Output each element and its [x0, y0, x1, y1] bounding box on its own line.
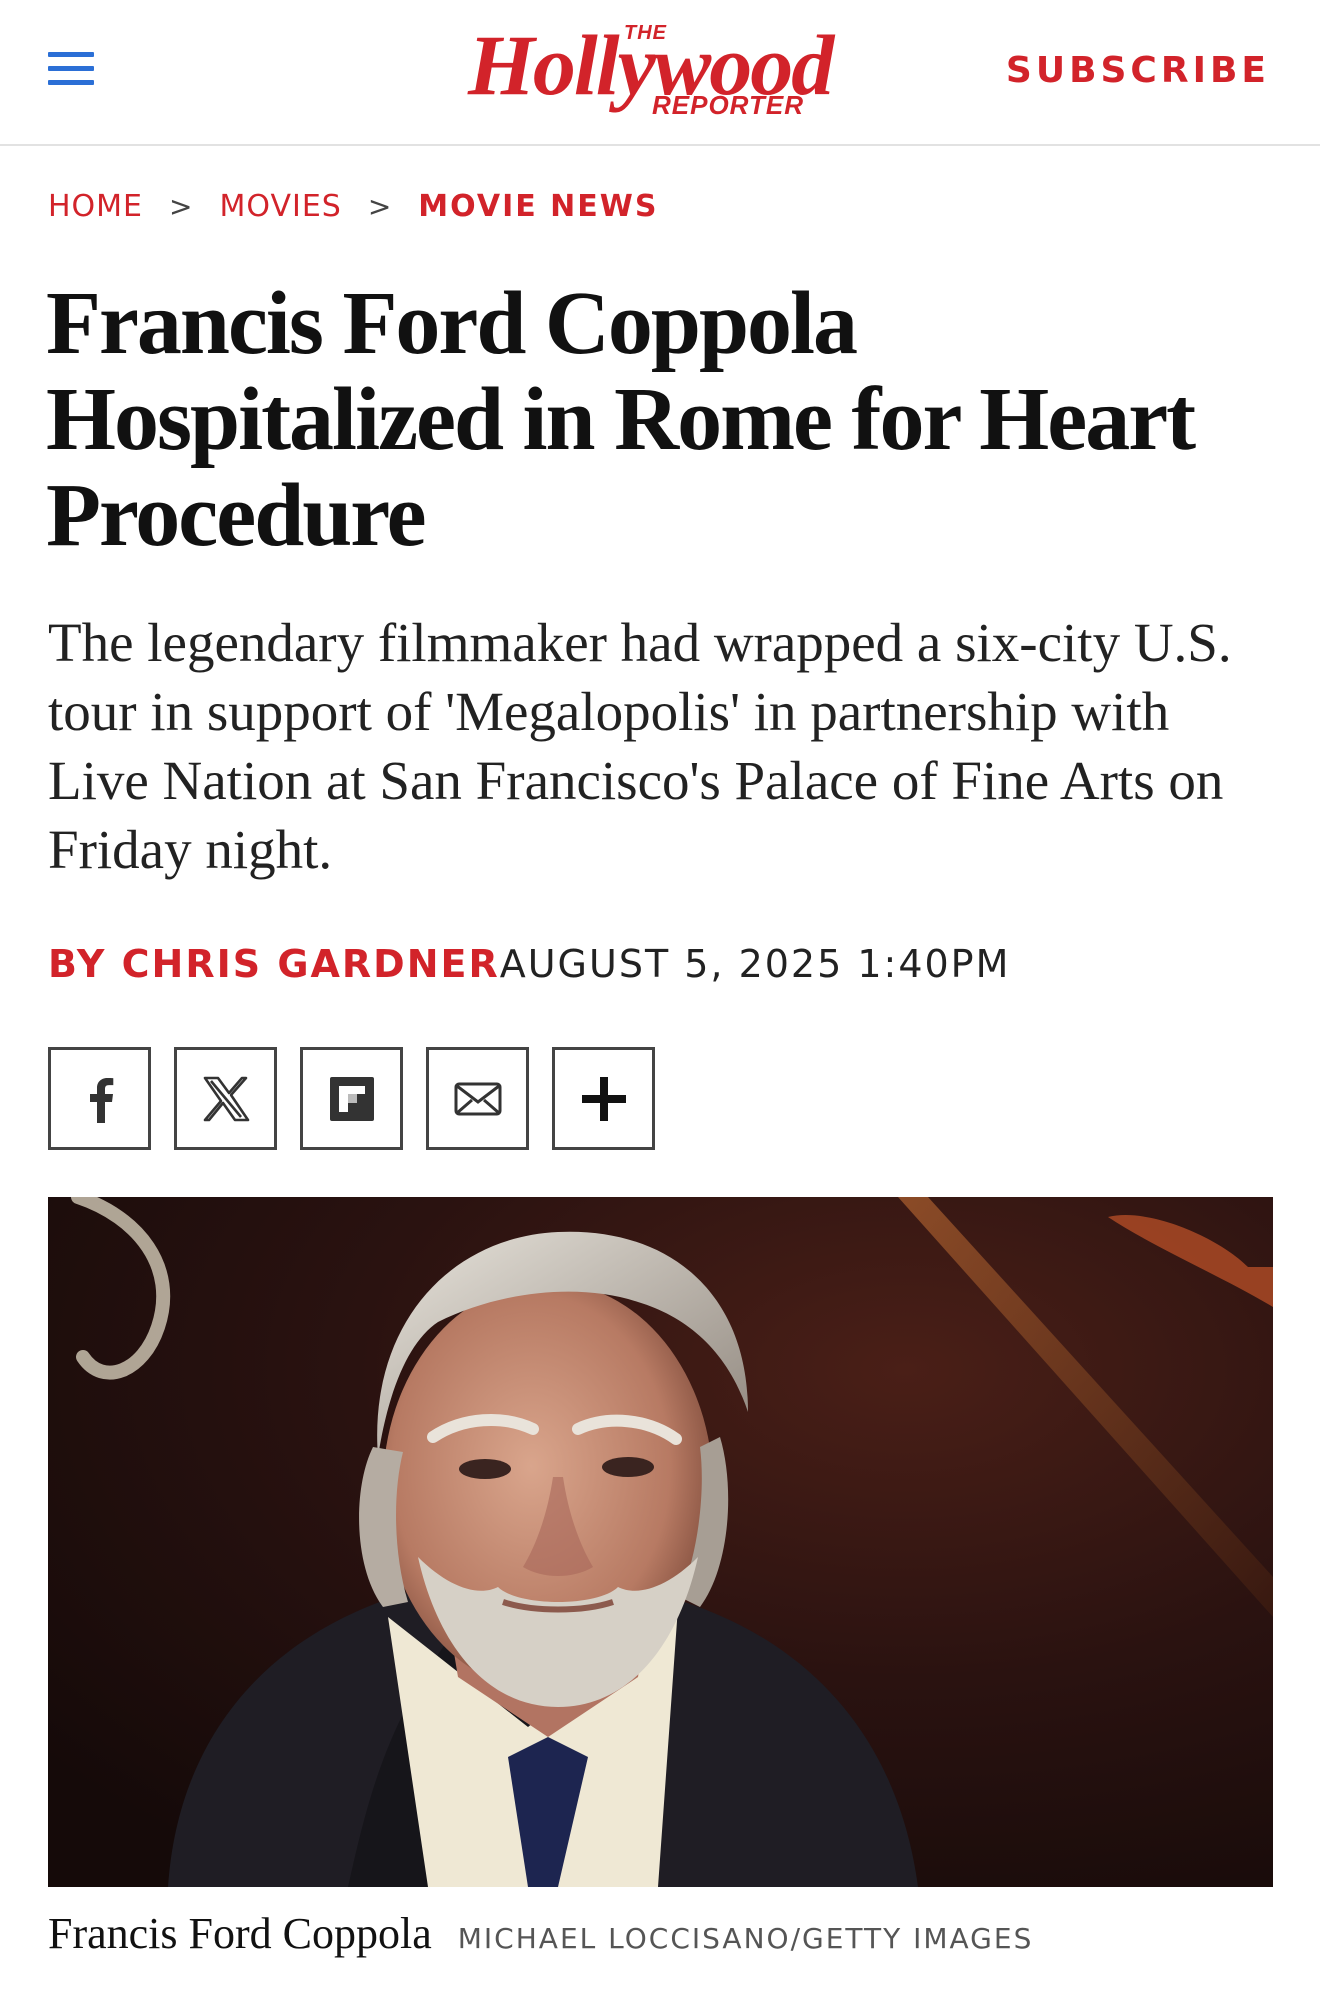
more-share-button[interactable]	[552, 1047, 655, 1150]
share-toolbar	[48, 1047, 678, 1150]
author-link[interactable]: BY CHRIS GARDNER	[48, 942, 500, 986]
caption-text: Francis Ford Coppola	[48, 1909, 432, 1958]
article-headline: Francis Ford Coppola Hospitalized in Rom…	[46, 274, 1196, 565]
logo-the-text: THE	[624, 22, 667, 44]
facebook-icon	[89, 1077, 113, 1123]
hamburger-menu-icon[interactable]	[46, 48, 98, 90]
email-share-button[interactable]	[426, 1047, 529, 1150]
email-icon	[454, 1082, 501, 1115]
x-share-button[interactable]	[174, 1047, 277, 1150]
breadcrumb-movies[interactable]: MOVIES	[219, 189, 341, 224]
article-dek: The legendary filmmaker had wrapped a si…	[48, 612, 1232, 880]
photo-credit: MICHAEL LOCCISANO/GETTY IMAGES	[457, 1922, 1034, 1955]
breadcrumb-movie-news[interactable]: MOVIE NEWS	[418, 189, 658, 224]
site-logo[interactable]: Hollywood THE REPORTER	[462, 14, 862, 126]
breadcrumb-separator: >	[169, 189, 194, 223]
site-header: Hollywood THE REPORTER SUBSCRIBE	[0, 0, 1320, 146]
subscribe-button[interactable]: SUBSCRIBE	[1006, 50, 1270, 91]
menu-bar	[48, 52, 94, 57]
publish-date: AUGUST 5, 2025 1:40PM	[499, 942, 1011, 986]
article-byline: BY CHRIS GARDNER AUGUST 5, 2025 1:40PM	[48, 942, 1010, 986]
article-photo[interactable]	[48, 1197, 1273, 1887]
plus-icon	[581, 1076, 626, 1121]
facebook-share-button[interactable]	[48, 1047, 151, 1150]
breadcrumb-home[interactable]: HOME	[48, 189, 143, 224]
breadcrumb-separator: >	[367, 189, 393, 223]
breadcrumb: HOME > MOVIES > MOVIE NEWS	[48, 186, 658, 226]
menu-bar	[48, 80, 94, 85]
x-icon	[203, 1076, 249, 1121]
logo-reporter-text: REPORTER	[652, 90, 804, 120]
flipboard-share-button[interactable]	[300, 1047, 403, 1150]
portrait-photo	[48, 1197, 1273, 1887]
menu-bar	[48, 66, 94, 71]
photo-caption: Francis Ford Coppola MICHAEL LOCCISANO/G…	[48, 1908, 1033, 1959]
flipboard-icon	[329, 1076, 374, 1121]
